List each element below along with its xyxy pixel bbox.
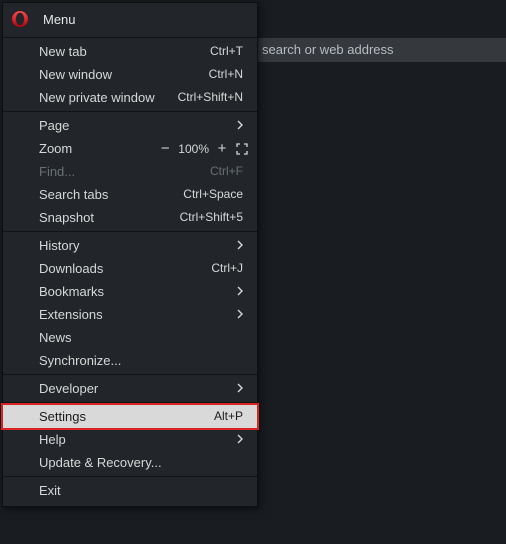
menu-label: Settings bbox=[39, 405, 214, 428]
menu-shortcut: Ctrl+Shift+5 bbox=[180, 206, 243, 229]
menu-header: Menu bbox=[3, 3, 257, 35]
menu-label: New window bbox=[39, 63, 209, 86]
menu-label: Zoom bbox=[39, 141, 158, 156]
fullscreen-icon[interactable] bbox=[235, 142, 249, 156]
zoom-out-button[interactable]: − bbox=[158, 141, 172, 156]
opera-menu: Menu New tab Ctrl+T New window Ctrl+N Ne… bbox=[2, 2, 258, 507]
separator bbox=[3, 231, 257, 232]
opera-logo-icon bbox=[11, 10, 29, 28]
menu-label: Search tabs bbox=[39, 183, 183, 206]
menu-item-update-recovery[interactable]: Update & Recovery... bbox=[3, 451, 257, 474]
menu-shortcut: Ctrl+F bbox=[210, 160, 243, 183]
menu-item-synchronize[interactable]: Synchronize... bbox=[3, 349, 257, 372]
separator bbox=[3, 402, 257, 403]
menu-title: Menu bbox=[43, 12, 76, 27]
menu-item-bookmarks[interactable]: Bookmarks bbox=[3, 280, 257, 303]
menu-label: New tab bbox=[39, 40, 210, 63]
separator bbox=[3, 111, 257, 112]
zoom-value: 100% bbox=[178, 142, 209, 156]
menu-label: Bookmarks bbox=[39, 280, 233, 303]
menu-label: New private window bbox=[39, 86, 178, 109]
zoom-in-button[interactable]: + bbox=[215, 141, 229, 156]
menu-label: Snapshot bbox=[39, 206, 180, 229]
menu-label: Find... bbox=[39, 160, 210, 183]
menu-shortcut: Alt+P bbox=[214, 405, 243, 428]
menu-label: Extensions bbox=[39, 303, 233, 326]
menu-item-exit[interactable]: Exit bbox=[3, 479, 257, 502]
menu-label: Developer bbox=[39, 377, 233, 400]
menu-label: Synchronize... bbox=[39, 349, 243, 372]
menu-item-new-window[interactable]: New window Ctrl+N bbox=[3, 63, 257, 86]
address-bar[interactable]: search or web address bbox=[258, 38, 506, 62]
menu-item-extensions[interactable]: Extensions bbox=[3, 303, 257, 326]
menu-label: Help bbox=[39, 428, 233, 451]
separator bbox=[3, 374, 257, 375]
separator bbox=[3, 476, 257, 477]
chevron-right-icon bbox=[233, 280, 243, 303]
menu-item-history[interactable]: History bbox=[3, 234, 257, 257]
chevron-right-icon bbox=[233, 303, 243, 326]
menu-item-new-private[interactable]: New private window Ctrl+Shift+N bbox=[3, 86, 257, 109]
menu-label: Downloads bbox=[39, 257, 211, 280]
menu-shortcut: Ctrl+Shift+N bbox=[178, 86, 243, 109]
menu-label: Update & Recovery... bbox=[39, 451, 243, 474]
menu-item-zoom: Zoom − 100% + bbox=[3, 137, 257, 160]
menu-item-page[interactable]: Page bbox=[3, 114, 257, 137]
chevron-right-icon bbox=[233, 377, 243, 400]
menu-label: News bbox=[39, 326, 243, 349]
menu-label: Page bbox=[39, 114, 233, 137]
menu-item-snapshot[interactable]: Snapshot Ctrl+Shift+5 bbox=[3, 206, 257, 229]
menu-label: History bbox=[39, 234, 233, 257]
chevron-right-icon bbox=[233, 114, 243, 137]
menu-item-search-tabs[interactable]: Search tabs Ctrl+Space bbox=[3, 183, 257, 206]
menu-item-developer[interactable]: Developer bbox=[3, 377, 257, 400]
menu-shortcut: Ctrl+N bbox=[209, 63, 243, 86]
separator bbox=[3, 37, 257, 38]
menu-shortcut: Ctrl+Space bbox=[183, 183, 243, 206]
menu-item-news[interactable]: News bbox=[3, 326, 257, 349]
chevron-right-icon bbox=[233, 234, 243, 257]
chevron-right-icon bbox=[233, 428, 243, 451]
menu-item-help[interactable]: Help bbox=[3, 428, 257, 451]
menu-label: Exit bbox=[39, 479, 243, 502]
menu-item-find: Find... Ctrl+F bbox=[3, 160, 257, 183]
menu-shortcut: Ctrl+T bbox=[210, 40, 243, 63]
menu-shortcut: Ctrl+J bbox=[211, 257, 243, 280]
menu-item-downloads[interactable]: Downloads Ctrl+J bbox=[3, 257, 257, 280]
menu-item-new-tab[interactable]: New tab Ctrl+T bbox=[3, 40, 257, 63]
menu-item-settings[interactable]: Settings Alt+P bbox=[3, 405, 257, 428]
